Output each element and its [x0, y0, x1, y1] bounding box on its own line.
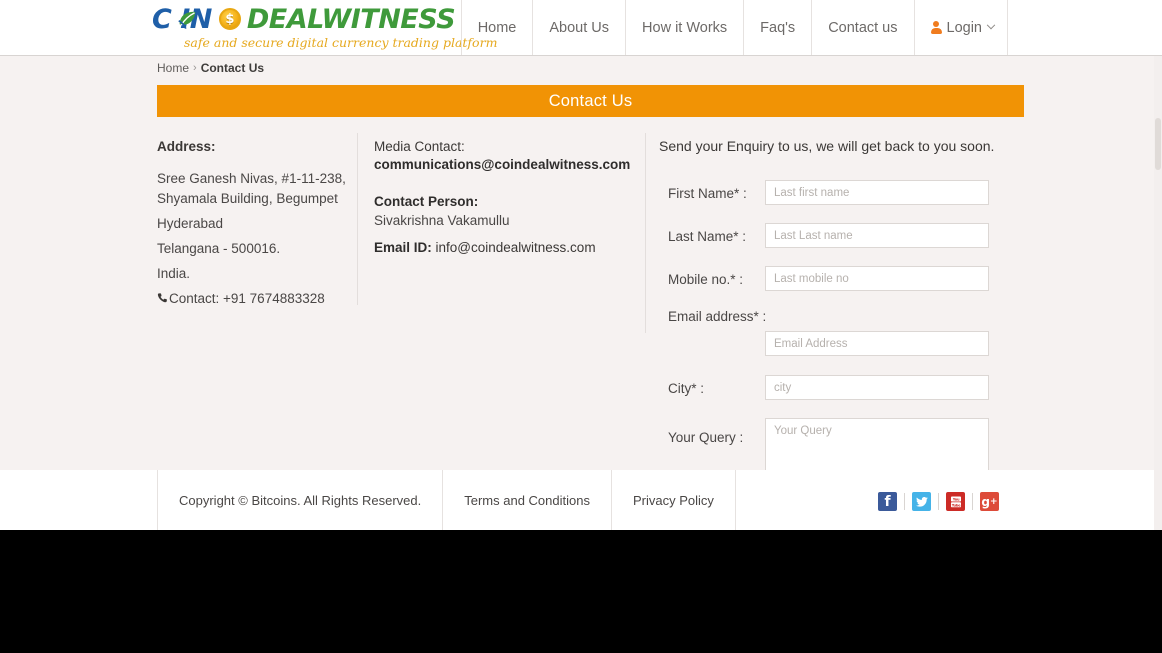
facebook-icon[interactable]: f — [878, 492, 897, 511]
footer-links: Copyright © Bitcoins. All Rights Reserve… — [157, 470, 736, 530]
contact-person-label: Contact Person: — [374, 193, 639, 211]
vertical-scrollbar-thumb[interactable] — [1155, 118, 1161, 170]
media-contact-email: communications@coindealwitness.com — [374, 156, 639, 174]
phone-icon — [157, 292, 168, 304]
form-row-city: City* : — [659, 375, 999, 418]
page-content: Address: Sree Ganesh Nivas, #1-11-238, S… — [0, 0, 1162, 470]
social-links: f You Tube g+ — [878, 492, 999, 511]
address-line-5: India. — [157, 265, 352, 283]
email-id-label: Email ID: — [374, 240, 432, 255]
googleplus-icon[interactable]: g+ — [980, 492, 999, 511]
media-contact-label: Media Contact: — [374, 138, 639, 156]
email-id-row: Email ID: info@coindealwitness.com — [374, 239, 639, 257]
browser-viewport: C IN $ DEALWITNESS safe and secure digit… — [0, 0, 1162, 530]
mobile-no-label: Mobile no.* : — [668, 272, 743, 287]
form-row-first-name: First Name* : — [659, 180, 999, 223]
email-address-label: Email address* : — [668, 309, 766, 324]
city-input[interactable] — [765, 375, 989, 400]
form-row-last-name: Last Name* : — [659, 223, 999, 266]
svg-text:You: You — [951, 497, 959, 501]
social-separator-1 — [904, 493, 905, 510]
footer-copyright: Copyright © Bitcoins. All Rights Reserve… — [157, 470, 443, 530]
address-line-2: Shyamala Building, Begumpet — [157, 190, 352, 208]
vertical-scrollbar-track[interactable] — [1154, 56, 1162, 530]
footer-privacy-link[interactable]: Privacy Policy — [612, 470, 736, 530]
city-label: City* : — [668, 381, 704, 396]
social-separator-3 — [972, 493, 973, 510]
desktop-background — [0, 530, 1162, 653]
site-footer: Copyright © Bitcoins. All Rights Reserve… — [0, 470, 1162, 530]
address-contact-line: Contact: +91 7674883328 — [157, 290, 352, 308]
address-line-3: Hyderabad — [157, 215, 352, 233]
column-divider-1 — [357, 133, 358, 305]
last-name-label: Last Name* : — [668, 229, 746, 244]
address-line-1: Sree Ganesh Nivas, #1-11-238, — [157, 170, 352, 188]
form-row-your-query: Your Query : — [659, 418, 999, 478]
first-name-input[interactable] — [765, 180, 989, 205]
form-row-mobile-no: Mobile no.* : — [659, 266, 999, 309]
svg-text:Tube: Tube — [951, 503, 960, 507]
address-line-4: Telangana - 500016. — [157, 240, 352, 258]
your-query-textarea[interactable] — [765, 418, 989, 478]
youtube-icon[interactable]: You Tube — [946, 492, 965, 511]
mobile-no-input[interactable] — [765, 266, 989, 291]
email-address-input[interactable] — [765, 331, 989, 356]
media-contact-column: Media Contact: communications@coindealwi… — [374, 138, 639, 257]
email-id-value: info@coindealwitness.com — [436, 240, 596, 255]
footer-terms-link[interactable]: Terms and Conditions — [443, 470, 612, 530]
your-query-label: Your Query : — [668, 430, 743, 445]
contact-person-name: Sivakrishna Vakamullu — [374, 212, 639, 230]
last-name-input[interactable] — [765, 223, 989, 248]
first-name-label: First Name* : — [668, 186, 747, 201]
address-contact-text: Contact: +91 7674883328 — [169, 291, 325, 306]
social-separator-2 — [938, 493, 939, 510]
form-title: Send your Enquiry to us, we will get bac… — [659, 138, 999, 154]
twitter-icon[interactable] — [912, 492, 931, 511]
address-heading: Address: — [157, 138, 352, 156]
address-column: Address: Sree Ganesh Nivas, #1-11-238, S… — [157, 138, 352, 315]
column-divider-2 — [645, 133, 646, 333]
enquiry-form: Send your Enquiry to us, we will get bac… — [659, 138, 999, 478]
form-row-email-address: Email address* : — [659, 309, 999, 375]
